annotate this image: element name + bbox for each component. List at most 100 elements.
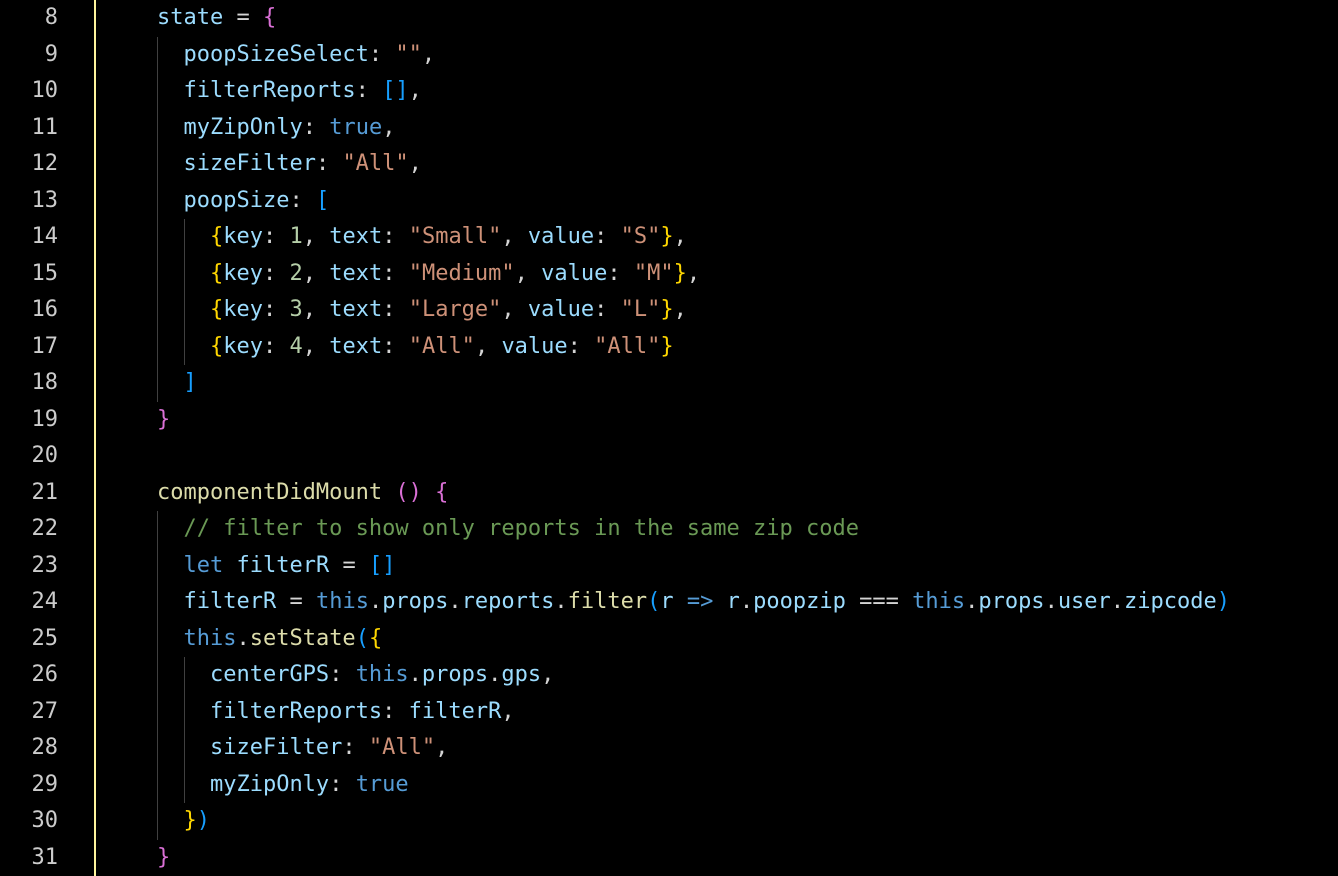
line-number: 17 xyxy=(0,329,58,366)
token-bool: true xyxy=(329,115,382,140)
token-string: "All" xyxy=(594,334,660,359)
code-line[interactable]: ] xyxy=(80,365,1338,402)
token-paren: ( xyxy=(395,480,408,505)
code-line[interactable]: let filterR = [] xyxy=(80,548,1338,585)
code-line[interactable]: filterR = this.props.reports.filter(r =>… xyxy=(80,584,1338,621)
code-line[interactable]: sizeFilter: "All", xyxy=(80,146,1338,183)
token-punc: : xyxy=(263,224,276,249)
code-line[interactable]: {key: 3, text: "Large", value: "L"}, xyxy=(80,292,1338,329)
code-line[interactable]: {key: 2, text: "Medium", value: "M"}, xyxy=(80,256,1338,293)
indent-guide xyxy=(184,329,185,366)
token-property: props xyxy=(978,589,1044,614)
token-punc: : xyxy=(342,735,355,760)
code-line[interactable]: {key: 4, text: "All", value: "All"} xyxy=(80,329,1338,366)
line-number: 13 xyxy=(0,183,58,220)
code-content[interactable]: state = { poopSizeSelect: "", filterRepo… xyxy=(80,0,1338,876)
token-punc: : xyxy=(382,261,395,286)
token-punc: , xyxy=(501,224,514,249)
code-editor: 8 9 10 11 12 13 14 15 16 17 18 19 20 21 … xyxy=(0,0,1338,876)
code-line[interactable]: filterReports: filterR, xyxy=(80,694,1338,731)
token-punc: . xyxy=(554,589,567,614)
token-property: state xyxy=(157,5,223,30)
token-function: filter xyxy=(568,589,647,614)
indent-guide xyxy=(157,365,158,402)
token-function: setState xyxy=(250,626,356,651)
token-punc: , xyxy=(475,334,488,359)
token-punc: . xyxy=(1045,589,1058,614)
indent-guide xyxy=(157,183,158,220)
token-property: zipcode xyxy=(1124,589,1217,614)
token-brace: } xyxy=(157,845,170,870)
token-number: 3 xyxy=(289,297,302,322)
indent-guide xyxy=(157,73,158,110)
line-number: 29 xyxy=(0,767,58,804)
code-line[interactable]: myZipOnly: true xyxy=(80,767,1338,804)
token-punc: , xyxy=(687,261,700,286)
token-property: centerGPS xyxy=(210,662,329,687)
code-line[interactable]: } xyxy=(80,840,1338,876)
code-line[interactable]: myZipOnly: true, xyxy=(80,110,1338,147)
token-brace: } xyxy=(157,407,170,432)
code-line[interactable]: state = { xyxy=(80,0,1338,37)
line-number: 27 xyxy=(0,694,58,731)
token-punc: . xyxy=(965,589,978,614)
code-line[interactable]: centerGPS: this.props.gps, xyxy=(80,657,1338,694)
token-property: key xyxy=(223,224,263,249)
indent-guide xyxy=(157,767,158,804)
line-number: 30 xyxy=(0,803,58,840)
token-bool: true xyxy=(356,772,409,797)
code-line[interactable]: poopSizeSelect: "", xyxy=(80,37,1338,74)
line-number: 8 xyxy=(0,0,58,37)
line-number: 12 xyxy=(0,146,58,183)
token-string: "Large" xyxy=(409,297,502,322)
code-line[interactable]: filterReports: [], xyxy=(80,73,1338,110)
code-line[interactable]: } xyxy=(80,402,1338,439)
code-line[interactable]: {key: 1, text: "Small", value: "S"}, xyxy=(80,219,1338,256)
token-string: "All" xyxy=(369,735,435,760)
token-brace: { xyxy=(263,5,276,30)
token-punc: . xyxy=(488,662,501,687)
line-number: 21 xyxy=(0,475,58,512)
token-punc: : xyxy=(263,261,276,286)
token-punc: , xyxy=(409,151,422,176)
code-line[interactable]: poopSize: [ xyxy=(80,183,1338,220)
code-line[interactable]: this.setState({ xyxy=(80,621,1338,658)
token-property: props xyxy=(422,662,488,687)
token-punc: : xyxy=(356,78,369,103)
indent-guide xyxy=(184,256,185,293)
code-line[interactable] xyxy=(80,438,1338,475)
token-property: text xyxy=(329,297,382,322)
token-punc: . xyxy=(236,626,249,651)
token-property: filterReports xyxy=(210,699,382,724)
token-punc: , xyxy=(541,662,554,687)
token-property: value xyxy=(501,334,567,359)
line-number: 16 xyxy=(0,292,58,329)
code-line[interactable]: // filter to show only reports in the sa… xyxy=(80,511,1338,548)
token-brace: } xyxy=(674,261,687,286)
code-line[interactable]: sizeFilter: "All", xyxy=(80,730,1338,767)
token-property: myZipOnly xyxy=(210,772,329,797)
token-number: 4 xyxy=(289,334,302,359)
line-number: 28 xyxy=(0,730,58,767)
token-punc: . xyxy=(740,589,753,614)
indent-guide xyxy=(157,621,158,658)
token-property: text xyxy=(329,261,382,286)
token-punc: , xyxy=(501,297,514,322)
code-line[interactable]: }) xyxy=(80,803,1338,840)
token-property: text xyxy=(329,224,382,249)
token-paren: ) xyxy=(1217,589,1230,614)
token-property: myZipOnly xyxy=(183,115,302,140)
token-number: 1 xyxy=(289,224,302,249)
token-number: 2 xyxy=(289,261,302,286)
token-string: "L" xyxy=(621,297,661,322)
token-keyword: let xyxy=(183,553,223,578)
token-string: "All" xyxy=(409,334,475,359)
token-operator: = xyxy=(329,553,369,578)
indent-guide xyxy=(157,694,158,731)
token-punc: , xyxy=(674,224,687,249)
token-punc: . xyxy=(409,662,422,687)
token-punc: , xyxy=(303,334,316,359)
token-property: value xyxy=(541,261,607,286)
indent-guide xyxy=(157,730,158,767)
code-line[interactable]: componentDidMount () { xyxy=(80,475,1338,512)
